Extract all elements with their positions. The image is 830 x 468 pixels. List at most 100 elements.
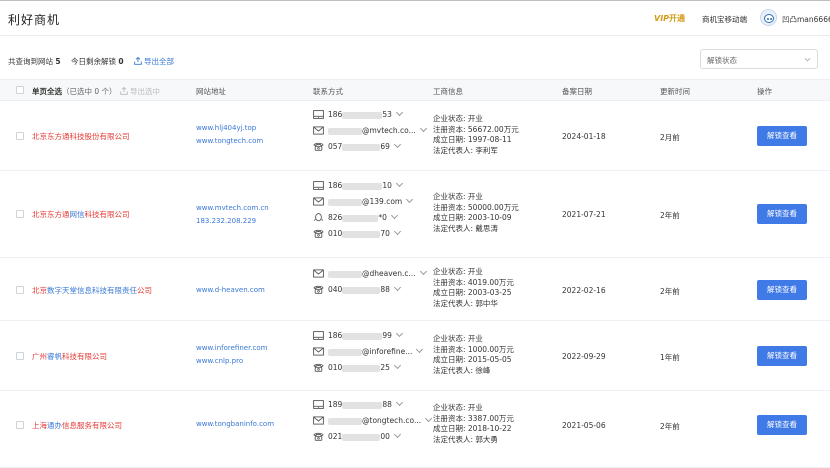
chevron-down-icon[interactable] — [393, 140, 401, 149]
contact-suffix: 88 — [380, 285, 390, 294]
contact-prefix: 826 — [328, 213, 343, 222]
contact-suffix: 00 — [380, 432, 390, 441]
chevron-down-icon[interactable] — [393, 361, 401, 370]
result-summary: 共查询到网站 5 今日剩余解锁 0 — [8, 56, 124, 67]
contact-prefix: 021 — [328, 432, 343, 441]
row-checkbox[interactable] — [16, 352, 24, 360]
business-capital: 注册资本: 56672.00万元 — [433, 124, 519, 134]
company-name-part: 北京 — [32, 286, 47, 295]
row-checkbox[interactable] — [16, 210, 24, 218]
contact-prefix: 186 — [328, 181, 343, 190]
company-name[interactable]: 广州睿帆科技有限公司 — [32, 351, 107, 362]
company-name-part: 网信 — [69, 210, 85, 219]
website-link[interactable]: www.d-heaven.com — [196, 284, 265, 297]
company-name[interactable]: 北京数字天堂信息科技有限责任公司 — [32, 285, 152, 296]
masked-value — [328, 348, 362, 356]
chevron-down-icon[interactable] — [406, 195, 414, 204]
select-all-checkbox[interactable] — [16, 86, 24, 94]
updated-time: 2月前 — [660, 133, 680, 142]
business-status: 企业状态: 开业 — [433, 267, 483, 276]
vip-open-link[interactable]: VIP开通 — [654, 13, 685, 24]
business-founded: 成立日期: 2003-10-09 — [433, 213, 512, 222]
table-row: 北京东方通科技股份有限公司 www.hlj404yj.top www.tongtec… — [0, 102, 830, 171]
masked-value — [328, 270, 362, 278]
contact-prefix: 189 — [328, 400, 343, 409]
row-checkbox[interactable] — [16, 132, 24, 140]
company-name-part: 广州 — [32, 352, 47, 361]
website-link[interactable]: www.mvtech.com.cn — [196, 202, 269, 215]
chevron-down-icon[interactable] — [395, 179, 403, 188]
masked-value — [342, 401, 383, 409]
chevron-down-icon[interactable] — [393, 283, 401, 292]
website-link[interactable]: 183.232.208.229 — [196, 215, 269, 228]
row-checkbox[interactable] — [16, 421, 24, 429]
export-all-button[interactable]: 导出全部 — [134, 56, 174, 67]
contact-suffix: 25 — [380, 363, 390, 372]
company-name-part: 通办 — [47, 421, 62, 430]
business-info: 企业状态: 开业 注册资本: 56672.00万元 成立日期: 1997-08-11… — [433, 114, 519, 156]
unlock-view-button[interactable]: 解锁查看 — [757, 280, 807, 300]
company-name[interactable]: 上海通办信息服务有限公司 — [32, 420, 122, 431]
contact-suffix: @mvtech.co... — [362, 126, 416, 135]
row-checkbox[interactable] — [16, 286, 24, 294]
masked-value — [342, 433, 381, 441]
chevron-down-icon[interactable] — [393, 227, 401, 236]
chevron-down-icon[interactable] — [419, 267, 427, 276]
unlock-view-button[interactable]: 解锁查看 — [757, 346, 807, 366]
chevron-down-icon[interactable] — [419, 124, 427, 133]
unlock-view-button[interactable]: 解锁查看 — [757, 204, 807, 224]
contact-prefix: 010 — [328, 229, 343, 238]
company-name[interactable]: 北京东方通网信科技有限公司 — [32, 209, 130, 220]
chevron-down-icon[interactable] — [395, 398, 403, 407]
top-header: 利好商机 VIP开通 商机宝移动端 凹凸man6666 — [0, 1, 830, 36]
summary-prefix: 共查询到网站 — [8, 57, 53, 66]
business-founded: 成立日期: 1997-08-11 — [433, 135, 512, 144]
masked-value — [342, 214, 379, 222]
website-link[interactable]: www.cnlp.pro — [196, 355, 267, 368]
company-name[interactable]: 北京东方通科技股份有限公司 — [32, 131, 130, 142]
chevron-down-icon[interactable] — [416, 345, 424, 354]
unlock-view-button[interactable]: 解锁查看 — [757, 126, 807, 146]
select-all-label: 单页全选（已选中 0 个） — [32, 87, 117, 96]
masked-value — [342, 182, 383, 190]
export-icon — [134, 56, 142, 65]
vip-open-label: 开通 — [669, 14, 686, 23]
company-name-part: 北京东方通 — [32, 210, 70, 219]
chevron-down-icon[interactable] — [390, 211, 398, 220]
website-link[interactable]: www.inforefiner.com — [196, 342, 267, 355]
chevron-down-icon[interactable] — [395, 108, 403, 117]
company-name-part: 睿帆 — [47, 352, 62, 361]
unlock-status-value: 解锁状态 — [707, 56, 737, 65]
chevron-down-icon[interactable] — [395, 329, 403, 338]
chevron-down-icon[interactable] — [425, 414, 433, 423]
app-title: 利好商机 — [8, 13, 61, 27]
chevron-down-icon[interactable] — [393, 430, 401, 439]
masked-value — [342, 230, 381, 238]
website-link[interactable]: www.tongtech.com — [196, 135, 263, 148]
website-link[interactable]: www.hlj404yj.top — [196, 122, 263, 135]
company-name-part: 公司 — [137, 286, 152, 295]
user-name[interactable]: 凹凸man6666 — [782, 14, 830, 25]
website-list: www.inforefiner.com www.cnlp.pro — [196, 342, 267, 368]
column-record-date: 备案日期 — [562, 87, 592, 96]
user-avatar[interactable] — [760, 9, 777, 26]
unlock-view-button[interactable]: 解锁查看 — [757, 415, 807, 435]
masked-value — [342, 143, 381, 151]
business-info: 企业状态: 开业 注册资本: 1000.00万元 成立日期: 2015-05-05 法… — [433, 334, 514, 376]
contact-suffix: 10 — [382, 181, 392, 190]
company-name-part: 上海 — [32, 421, 47, 430]
contact-suffix: @dheaven.c... — [362, 269, 416, 278]
unlock-status-select[interactable]: 解锁状态 — [700, 49, 818, 69]
mobile-app-link[interactable]: 商机宝移动端 — [702, 14, 747, 25]
business-status: 企业状态: 开业 — [433, 114, 483, 123]
record-date: 2022-02-16 — [562, 286, 606, 295]
table-row: 北京数字天堂信息科技有限责任公司 www.d-heaven.com @dheaven… — [0, 259, 830, 321]
business-capital: 注册资本: 1000.00万元 — [433, 344, 514, 354]
export-selected-button[interactable]: 导出选中 — [120, 86, 160, 97]
table-row: 北京东方通网信科技有限公司 www.mvtech.com.cn 183.232.20… — [0, 172, 830, 258]
business-founded: 成立日期: 2003-03-25 — [433, 288, 512, 297]
website-link[interactable]: www.tongbaninfo.com — [196, 418, 274, 431]
business-founded: 成立日期: 2015-05-05 — [433, 355, 512, 364]
column-updated: 更新时间 — [660, 87, 690, 96]
business-legal-rep: 法定代表人: 徐峰 — [433, 365, 491, 375]
